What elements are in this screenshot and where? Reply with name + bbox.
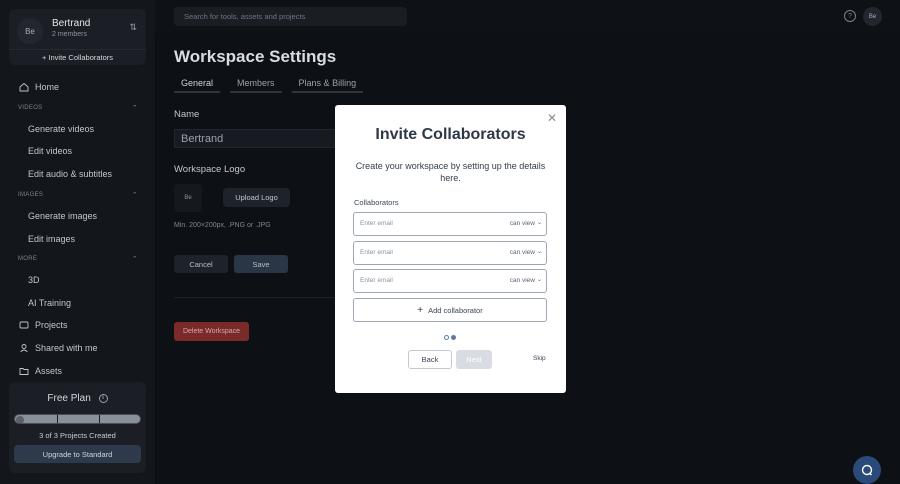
workspace-logo-preview: Be (174, 184, 202, 212)
back-button[interactable]: Back (408, 350, 452, 369)
sidebar-item-label: Projects (35, 320, 68, 330)
permission-select[interactable]: can view (510, 220, 535, 227)
plan-usage-text: 3 of 3 Projects Created (39, 431, 116, 440)
plan-title: Free Plan i (9, 393, 146, 404)
section-more[interactable]: MORE ⌃ (18, 256, 138, 263)
folder-icon (19, 368, 29, 375)
step-dot (444, 335, 449, 340)
permission-select[interactable]: can view (510, 249, 535, 256)
sidebar-item-edit-audio[interactable]: Edit audio & subtitles (28, 169, 112, 179)
workspace-name: Bertrand (52, 18, 91, 29)
chat-icon (861, 464, 873, 476)
logo-hint: Min. 200×200px, .PNG or .JPG (174, 222, 271, 229)
invite-collaborators-button[interactable]: + Invite Collaborators (9, 49, 146, 65)
modal-title: Invite Collaborators (375, 126, 526, 143)
step-dot-active (451, 335, 456, 340)
plan-title-text: Free Plan (47, 393, 91, 404)
sidebar-item-edit-images[interactable]: Edit images (28, 234, 75, 244)
add-collaborator-button[interactable]: + Add collaborator (353, 298, 547, 322)
divider (174, 297, 344, 298)
usage-segment-divider (57, 415, 58, 423)
topbar: Search for tools, assets and projects ? … (155, 0, 900, 33)
tab-general[interactable]: General (174, 76, 221, 93)
section-images[interactable]: IMAGES ⌃ (18, 192, 138, 199)
sidebar-item-label: Assets (35, 366, 63, 376)
section-label: VIDEOS (18, 105, 43, 111)
workspace-switcher[interactable]: Be Bertrand 2 members ⇅ + Invite Collabo… (9, 9, 146, 65)
chevron-down-icon[interactable]: ⌄ (537, 219, 542, 226)
tab-plans-billing[interactable]: Plans & Billing (291, 76, 364, 93)
upgrade-button[interactable]: Upgrade to Standard (14, 445, 141, 463)
email-field[interactable]: Enter email (360, 249, 393, 256)
name-label: Name (174, 109, 200, 120)
sidebar-item-ai-training[interactable]: AI Training (28, 298, 71, 308)
sidebar-item-assets[interactable]: Assets (19, 366, 62, 376)
email-field[interactable]: Enter email (360, 277, 393, 284)
cancel-button[interactable]: Cancel (174, 255, 228, 273)
upload-logo-button[interactable]: Upload Logo (223, 188, 290, 207)
save-button[interactable]: Save (234, 255, 288, 273)
email-row: Enter email can view ⌄ (353, 269, 547, 293)
email-row: Enter email can view ⌄ (353, 212, 547, 236)
section-videos[interactable]: VIDEOS ⌃ (18, 105, 138, 112)
sidebar-item-label: Home (35, 82, 60, 92)
page-title: Workspace Settings (174, 47, 337, 66)
sidebar-item-3d[interactable]: 3D (28, 275, 40, 285)
email-row: Enter email can view ⌄ (353, 241, 547, 265)
help-icon[interactable]: ? (844, 10, 856, 22)
workspace-name-input[interactable]: Bertrand (174, 129, 354, 148)
close-icon[interactable]: ✕ (547, 111, 557, 125)
chevron-up-icon: ⌃ (131, 192, 138, 199)
sidebar-item-generate-images[interactable]: Generate images (28, 211, 97, 221)
section-label: IMAGES (18, 192, 44, 198)
modal-description: Create your workspace by setting up the … (355, 161, 546, 183)
plan-card: Free Plan i 3 of 3 Projects Created Upgr… (9, 382, 146, 473)
users-icon (20, 344, 28, 353)
permission-select[interactable]: can view (510, 277, 535, 284)
usage-knob (16, 416, 24, 423)
sidebar-item-edit-videos[interactable]: Edit videos (28, 146, 72, 156)
chevron-down-icon[interactable]: ⌄ (537, 276, 542, 283)
chevron-updown-icon[interactable]: ⇅ (129, 22, 137, 33)
workspace-members: 2 members (52, 31, 88, 38)
info-icon[interactable]: i (98, 393, 108, 403)
workspace-logo: Be (17, 18, 43, 44)
chevron-down-icon[interactable]: ⌄ (537, 248, 542, 255)
settings-tabs: General Members Plans & Billing (174, 76, 364, 93)
sidebar-item-shared[interactable]: Shared with me (19, 343, 98, 353)
tab-members[interactable]: Members (230, 76, 282, 93)
chat-bubble-icon[interactable] (853, 456, 881, 484)
add-collaborator-label: Add collaborator (428, 305, 483, 315)
sidebar-item-generate-videos[interactable]: Generate videos (28, 124, 94, 134)
delete-workspace-button[interactable]: Delete Workspace (174, 322, 249, 341)
avatar[interactable]: Be (863, 7, 882, 26)
next-button[interactable]: Next (456, 350, 492, 369)
chevron-up-icon: ⌃ (131, 256, 138, 263)
invite-collaborators-modal: ✕ Invite Collaborators Create your works… (335, 105, 566, 393)
sidebar-item-projects[interactable]: Projects (19, 320, 68, 330)
plan-usage-bar (14, 414, 141, 424)
sidebar-item-home[interactable]: Home (19, 82, 59, 92)
logo-label: Workspace Logo (174, 164, 246, 175)
plus-icon: + (417, 304, 424, 316)
email-field[interactable]: Enter email (360, 220, 393, 227)
sidebar: Be Bertrand 2 members ⇅ + Invite Collabo… (0, 0, 155, 484)
chevron-up-icon: ⌃ (131, 105, 138, 112)
projects-icon (19, 321, 29, 329)
section-label: MORE (18, 256, 38, 262)
home-icon (19, 82, 29, 92)
search-input[interactable]: Search for tools, assets and projects (174, 7, 407, 26)
usage-segment-divider (99, 415, 100, 423)
skip-link[interactable]: Skip (533, 355, 546, 362)
sidebar-item-label: Shared with me (35, 343, 98, 353)
collaborators-label: Collaborators (354, 198, 399, 207)
step-indicator (444, 335, 456, 340)
